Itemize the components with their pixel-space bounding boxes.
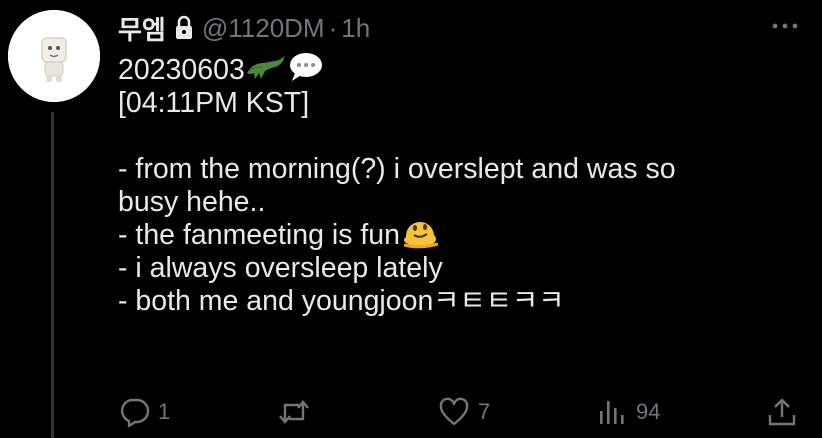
melting-face-icon bbox=[400, 215, 442, 257]
text-line: - the fanmeeting is fun bbox=[118, 219, 808, 252]
text-line-content: [04:11PM KST] bbox=[118, 87, 310, 119]
more-options-icon[interactable] bbox=[768, 15, 802, 37]
tweet[interactable]: 무엠 @1120DM · 1h 20230603 [04:11PM KST] -… bbox=[0, 0, 822, 438]
share-button[interactable] bbox=[766, 392, 798, 432]
handle[interactable]: @1120DM bbox=[202, 13, 325, 44]
timestamp[interactable]: 1h bbox=[341, 13, 370, 44]
avatar-image bbox=[8, 10, 100, 102]
retweet-button[interactable] bbox=[276, 392, 320, 432]
text-line-content: - i always oversleep lately bbox=[118, 252, 443, 284]
views-icon bbox=[600, 401, 624, 424]
text-line-content: 20230603 bbox=[118, 54, 245, 86]
text-line-content: busy hehe.. bbox=[118, 186, 266, 218]
reply-button[interactable]: 1 bbox=[118, 392, 170, 432]
action-bar: 1 7 94 bbox=[0, 392, 822, 432]
text-line-content: - both me and youngjoonㅋㅌㅌㅋㅋ bbox=[118, 285, 565, 317]
display-name[interactable]: 무엠 bbox=[118, 10, 166, 47]
share-icon bbox=[768, 398, 796, 426]
views-count: 94 bbox=[636, 399, 661, 424]
speech-bubble-icon bbox=[287, 51, 323, 91]
avatar[interactable] bbox=[8, 10, 100, 102]
reply-count: 1 bbox=[158, 399, 171, 424]
thread-line bbox=[51, 112, 54, 438]
views-button[interactable]: 94 bbox=[596, 392, 660, 432]
text-line-content: - from the morning(?) i overslept and wa… bbox=[118, 153, 676, 185]
tweet-header: 무엠 @1120DM · 1h bbox=[118, 8, 370, 48]
like-count: 7 bbox=[478, 399, 491, 424]
reply-icon bbox=[120, 398, 150, 427]
text-line: - i always oversleep lately bbox=[118, 252, 808, 285]
like-button[interactable]: 7 bbox=[438, 392, 490, 432]
heart-icon bbox=[439, 397, 469, 426]
text-line: - both me and youngjoonㅋㅌㅌㅋㅋ bbox=[118, 285, 808, 318]
tweet-text: 20230603 [04:11PM KST] - from the mornin… bbox=[118, 52, 808, 318]
crocodile-icon bbox=[245, 51, 287, 91]
separator-dot: · bbox=[328, 12, 338, 43]
retweet-icon bbox=[279, 400, 309, 424]
text-line: - from the morning(?) i overslept and wa… bbox=[118, 153, 808, 186]
text-line: 20230603 bbox=[118, 52, 808, 87]
text-line: [04:11PM KST] bbox=[118, 87, 808, 120]
text-line: busy hehe.. bbox=[118, 186, 808, 219]
text-line-content: - the fanmeeting is fun bbox=[118, 219, 400, 251]
lock-icon bbox=[174, 15, 194, 41]
